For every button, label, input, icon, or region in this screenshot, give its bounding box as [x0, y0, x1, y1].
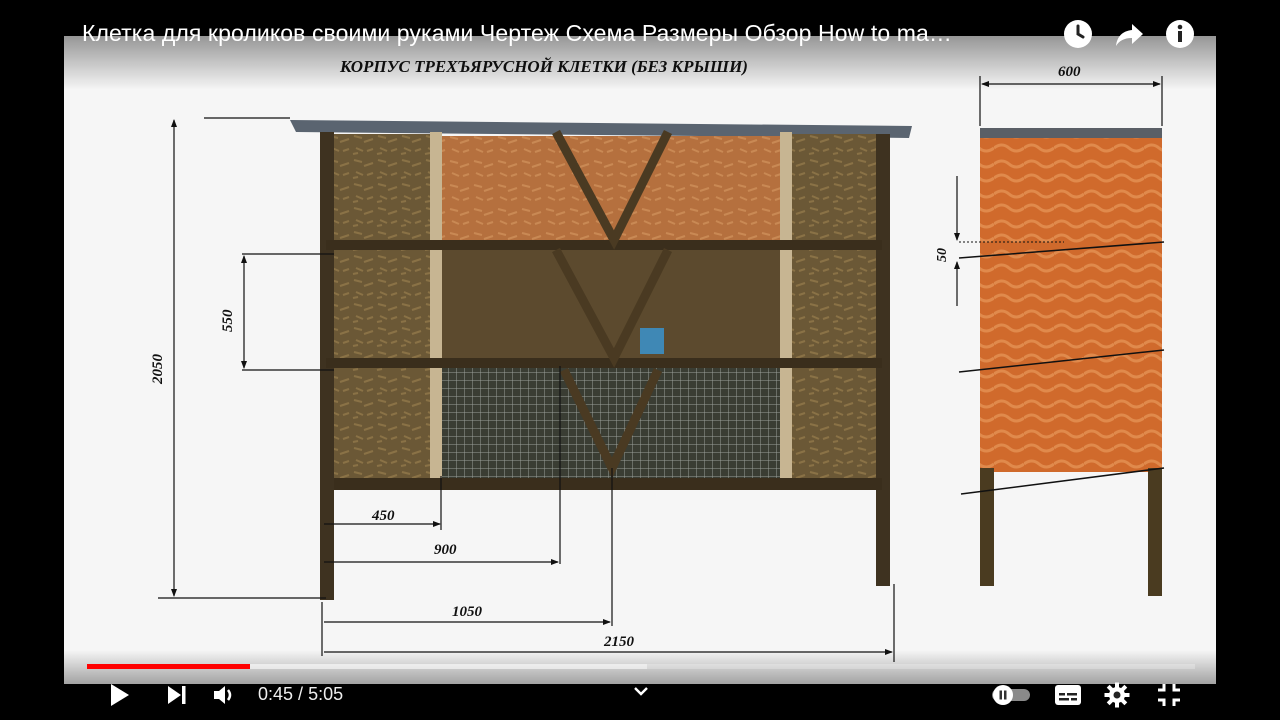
dim-gap-50: 50 — [935, 248, 950, 262]
dim-depth-600: 600 — [1058, 64, 1081, 80]
progress-bar[interactable] — [87, 664, 1195, 669]
progress-played — [87, 664, 250, 669]
time-separator: / — [293, 684, 309, 704]
cage-front-view — [290, 120, 912, 600]
cage-drawing: КОРПУС ТРЕХЪЯРУСНОЙ КЛЕТКИ (БЕЗ КРЫШИ) 2… — [150, 57, 1165, 662]
subtitles-icon — [1055, 685, 1081, 705]
autoplay-toggle[interactable] — [990, 684, 1032, 711]
settings-button[interactable] — [1104, 682, 1130, 713]
exit-fullscreen-icon — [1158, 684, 1180, 706]
share-arrow-icon[interactable] — [1114, 18, 1146, 50]
chapter-chevron-button[interactable] — [632, 684, 650, 703]
dim-width-2150: 2150 — [603, 634, 635, 650]
duration: 5:05 — [308, 684, 344, 704]
autoplay-toggle-icon — [992, 685, 1030, 705]
current-time: 0:45 — [258, 684, 294, 704]
subtitles-button[interactable] — [1054, 684, 1082, 711]
chevron-down-icon — [634, 687, 648, 696]
video-title[interactable]: Клетка для кроликов своими руками Чертеж… — [82, 20, 1050, 47]
video-frame[interactable]: КОРПУС ТРЕХЪЯРУСНОЙ КЛЕТКИ (БЕЗ КРЫШИ) 2… — [64, 36, 1216, 684]
volume-icon — [214, 686, 232, 704]
time-display: 0:45 / 5:05 — [258, 684, 343, 705]
next-button[interactable] — [166, 684, 188, 711]
gear-icon — [1104, 682, 1130, 708]
clock-icon[interactable] — [1062, 18, 1094, 50]
play-icon — [111, 684, 129, 706]
cage-side-view — [958, 128, 1165, 596]
volume-button[interactable] — [212, 683, 238, 712]
dim-width-1050: 1050 — [452, 604, 483, 620]
exit-fullscreen-button[interactable] — [1156, 682, 1182, 713]
dim-width-450: 450 — [371, 508, 395, 524]
info-icon[interactable] — [1164, 18, 1196, 50]
play-button[interactable] — [106, 682, 132, 713]
next-icon — [168, 686, 186, 704]
dim-height-total: 2050 — [150, 354, 166, 386]
dim-width-900: 900 — [434, 542, 457, 558]
drawing-heading: КОРПУС ТРЕХЪЯРУСНОЙ КЛЕТКИ (БЕЗ КРЫШИ) — [339, 57, 748, 76]
dim-tier-height: 550 — [220, 309, 236, 332]
